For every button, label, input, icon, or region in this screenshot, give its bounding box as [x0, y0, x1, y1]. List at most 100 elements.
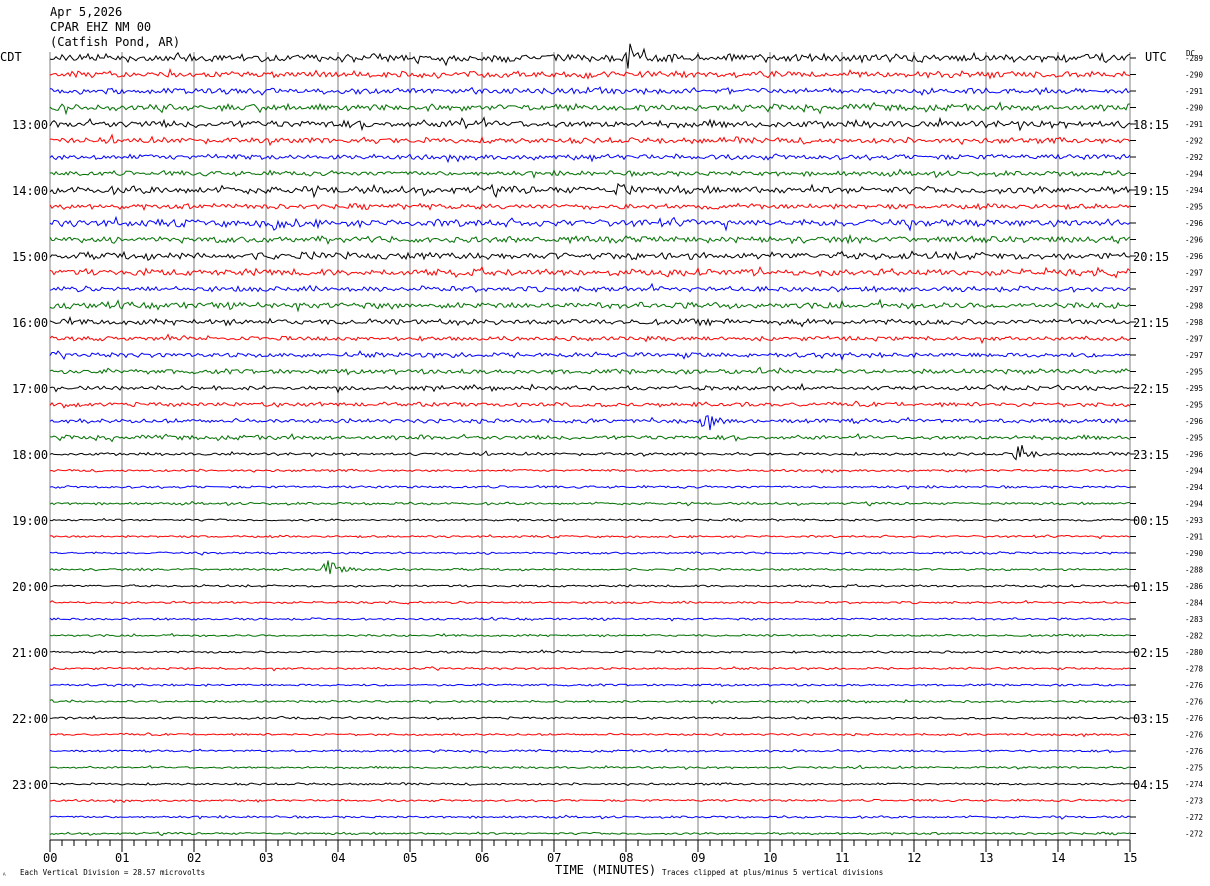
right-zone-label: UTC	[1145, 50, 1167, 64]
dc-offset-label: -291	[1185, 533, 1203, 542]
dc-offset-label: -276	[1185, 714, 1204, 723]
dc-offset-label: -293	[1185, 516, 1203, 525]
trace-line	[49, 282, 1131, 293]
dc-offset-label: -278	[1185, 665, 1204, 674]
trace-line	[49, 764, 1131, 770]
utc-hour-label: 04:15	[1133, 778, 1169, 792]
trace-line	[49, 153, 1131, 164]
x-tick-label: 00	[43, 851, 57, 865]
dc-offset-label: -276	[1185, 681, 1204, 690]
utc-hour-label: 18:15	[1133, 118, 1169, 132]
utc-hour-label: 20:15	[1133, 250, 1169, 264]
dc-offset-label: -294	[1185, 467, 1204, 476]
dc-offset-label: -282	[1185, 632, 1203, 641]
trace-line	[49, 632, 1131, 638]
x-axis: 00 01 02 03 04 05 06 07 08 09 10 11 12 13 14 15	[43, 839, 1137, 865]
trace-line	[49, 415, 1131, 431]
cdt-hour-label: 15:00	[12, 250, 48, 264]
trace-line	[49, 814, 1131, 820]
dc-offset-label: -296	[1185, 219, 1204, 228]
trace-line	[49, 534, 1131, 540]
x-tick-label: 15	[1123, 851, 1137, 865]
trace-line	[49, 333, 1131, 345]
dc-offset-label: -276	[1185, 698, 1204, 707]
cdt-hour-label: 20:00	[12, 580, 48, 594]
x-axis-title: TIME (MINUTES)	[555, 863, 656, 877]
dc-offset-label: -283	[1185, 615, 1203, 624]
trace-line	[49, 583, 1131, 589]
trace-line	[49, 798, 1130, 804]
dc-offset-label: -297	[1185, 351, 1203, 360]
cdt-hour-label: 21:00	[12, 646, 48, 660]
trace-line	[49, 215, 1131, 232]
x-tick-label: 01	[115, 851, 129, 865]
dc-offset-label: -297	[1185, 269, 1203, 278]
header-station: CPAR EHZ NM 00	[50, 20, 151, 34]
trace-line	[49, 350, 1131, 362]
dc-offset-label: -290	[1185, 104, 1204, 113]
trace-line	[49, 715, 1130, 721]
dc-offset-label: -272	[1185, 830, 1203, 839]
x-tick-label: 10	[763, 851, 777, 865]
x-tick-label: 03	[259, 851, 273, 865]
dc-offset-label: -273	[1185, 797, 1203, 806]
utc-hour-label: 03:15	[1133, 712, 1169, 726]
cdt-hour-label: 22:00	[12, 712, 48, 726]
x-tick-label: 14	[1051, 851, 1065, 865]
dc-offset-label: -292	[1185, 153, 1203, 162]
dc-offset-label: -290	[1185, 71, 1204, 80]
utc-hour-label: 22:15	[1133, 382, 1169, 396]
time-labels: -289-290-291-290-291-292-292-294-294-295…	[12, 54, 1204, 839]
x-tick-label: 09	[691, 851, 705, 865]
trace-line	[49, 116, 1131, 132]
utc-hour-label: 23:15	[1133, 448, 1169, 462]
trace-line	[49, 599, 1131, 605]
trace-line	[49, 484, 1131, 490]
trace-line	[49, 67, 1131, 80]
dc-offset-label: -296	[1185, 236, 1204, 245]
clip-note: Traces clipped at plus/minus 5 vertical …	[662, 868, 883, 877]
trace-line	[49, 649, 1131, 655]
trace-line	[49, 400, 1131, 409]
trace-line	[49, 366, 1131, 376]
trace-line	[49, 560, 1131, 575]
dc-offset-label: -284	[1185, 599, 1204, 608]
trace-line	[49, 233, 1131, 246]
trace-line	[49, 616, 1131, 622]
trace-line	[49, 732, 1130, 738]
trace-line	[49, 265, 1131, 279]
dc-offset-label: -296	[1185, 450, 1204, 459]
dc-offset-label: -274	[1185, 780, 1204, 789]
x-tick-label: 02	[187, 851, 201, 865]
trace-line	[50, 133, 1131, 147]
dc-offset-label: -295	[1185, 384, 1203, 393]
seismogram-plot: 00 01 02 03 04 05 06 07 08 09 10 11 12 13 14 15 -289-29…	[0, 5, 1204, 880]
trace-line	[49, 831, 1131, 837]
dc-offset-label: -286	[1185, 582, 1204, 591]
dc-offset-label: -290	[1185, 549, 1204, 558]
trace-line	[49, 432, 1131, 443]
utc-hour-label: 21:15	[1133, 316, 1169, 330]
cdt-hour-label: 17:00	[12, 382, 48, 396]
header-date: Apr 5,2026	[50, 5, 122, 19]
traces	[49, 43, 1131, 837]
utc-hour-label: 01:15	[1133, 580, 1169, 594]
dc-offset-label: -295	[1185, 368, 1203, 377]
trace-line	[49, 666, 1131, 672]
dc-offset-label: -294	[1185, 170, 1204, 179]
dc-offset-label: -291	[1185, 87, 1203, 96]
cdt-hour-label: 18:00	[12, 448, 48, 462]
dc-offset-label: -294	[1185, 186, 1204, 195]
trace-line	[49, 748, 1131, 754]
utc-hour-label: 00:15	[1133, 514, 1169, 528]
trace-line	[49, 202, 1131, 212]
trace-line	[49, 699, 1131, 705]
trace-line	[49, 168, 1131, 179]
dc-header: DC	[1186, 49, 1195, 58]
dc-offset-label: -298	[1185, 302, 1204, 311]
dc-offset-label: -276	[1185, 747, 1204, 756]
dc-offset-label: -294	[1185, 500, 1204, 509]
x-tick-label: 12	[907, 851, 921, 865]
dc-offset-label: -291	[1185, 120, 1203, 129]
cdt-hour-label: 14:00	[12, 184, 48, 198]
